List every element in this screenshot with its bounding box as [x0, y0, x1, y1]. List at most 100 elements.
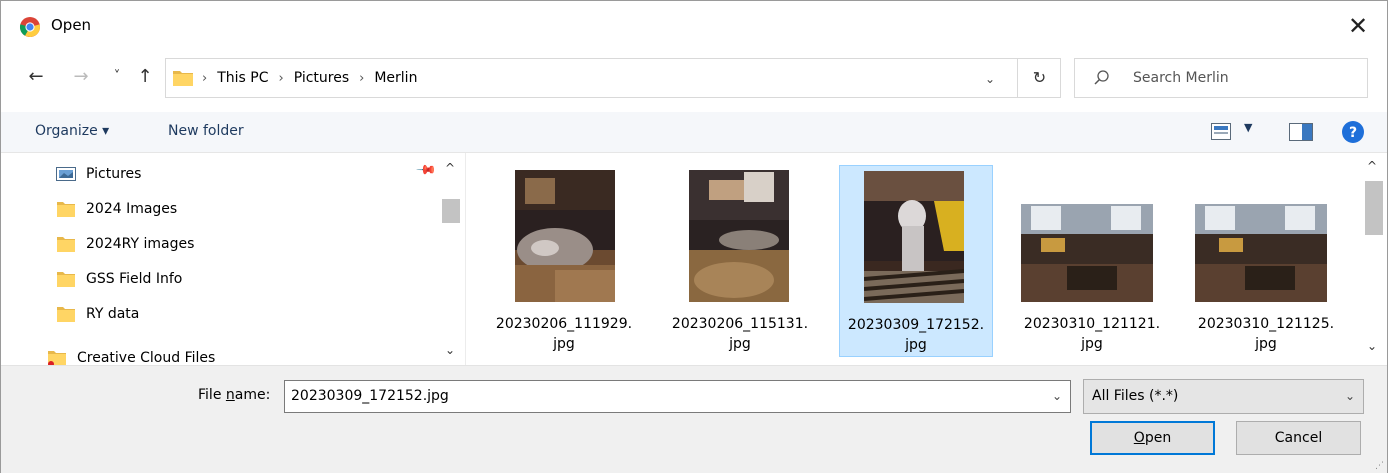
new-folder-button[interactable]: New folder — [168, 123, 244, 139]
resize-grip-icon[interactable]: ⋰ — [1375, 461, 1384, 471]
breadcrumb-separator-icon: › — [202, 70, 208, 86]
address-bar[interactable]: › This PC › Pictures › Merlin ⌄ ↻ — [165, 58, 1061, 98]
sidebar-scrollbar[interactable]: ^ ⌄ — [440, 161, 462, 361]
sidebar-item-creative-cloud-files[interactable]: Creative Cloud Files — [47, 343, 215, 365]
search-placeholder: Search Merlin — [1133, 70, 1229, 86]
image-thumbnail — [689, 170, 789, 302]
file-name-dropdown-icon[interactable]: ⌄ — [1052, 389, 1062, 403]
folder-icon — [57, 202, 75, 217]
file-tile-20230309-172152[interactable]: 20230309_172152. jpg — [839, 165, 993, 357]
sidebar-item-label: Pictures — [86, 166, 142, 182]
file-name-label-text: File — [198, 387, 226, 403]
breadcrumb-merlin[interactable]: Merlin — [374, 70, 417, 86]
bottom-panel: File name: 20230309_172152.jpg ⌄ All Fil… — [1, 365, 1387, 473]
scroll-down-icon[interactable]: ⌄ — [445, 343, 455, 357]
sidebar-item-label: Creative Cloud Files — [77, 350, 216, 365]
breadcrumb-this-pc[interactable]: This PC — [217, 70, 268, 86]
image-thumbnail — [515, 170, 615, 302]
open-button-label: pen — [1144, 430, 1172, 446]
folder-icon — [57, 237, 75, 252]
creative-cloud-icon — [48, 351, 66, 365]
sidebar-item-ry-data[interactable]: RY data — [56, 299, 139, 329]
file-tile-20230310-121125[interactable]: 20230310_121125. jpg — [1189, 165, 1343, 357]
pictures-icon — [56, 167, 76, 181]
navigation-pane: Pictures 2024 Images 2024RY images GSS F… — [1, 153, 466, 365]
sidebar-item-2024ry-images[interactable]: 2024RY images — [56, 229, 194, 259]
refresh-icon[interactable]: ↻ — [1017, 59, 1061, 97]
window-title: Open — [51, 16, 92, 34]
file-name-ext: jpg — [729, 336, 751, 352]
open-file-dialog: Open ✕ ← → ˅ ↑ › This PC › Pictures › Me… — [0, 0, 1388, 473]
file-name-label: File name: — [198, 387, 270, 403]
file-list-scrollbar[interactable]: ^ ⌄ — [1363, 153, 1385, 365]
cancel-button[interactable]: Cancel — [1236, 421, 1361, 455]
file-tile-20230206-111929[interactable]: 20230206_111929. jpg — [487, 165, 641, 357]
file-type-dropdown-icon: ⌄ — [1344, 389, 1355, 403]
back-arrow-icon[interactable]: ← — [23, 64, 49, 90]
file-name-ext: jpg — [1081, 336, 1103, 352]
open-button[interactable]: Open — [1090, 421, 1215, 455]
chrome-icon — [19, 17, 41, 38]
file-type-value: All Files (*.*) — [1092, 388, 1179, 404]
file-name-label-accelerator: n — [225, 387, 235, 403]
open-button-accelerator: O — [1133, 430, 1145, 446]
file-name-value: 20230309_172152.jpg — [291, 388, 449, 404]
sidebar-item-label: 2024RY images — [86, 236, 195, 252]
file-tile-20230206-115131[interactable]: 20230206_115131. jpg — [663, 165, 817, 357]
sidebar-item-pictures[interactable]: Pictures — [56, 159, 141, 189]
change-view-icon[interactable] — [1211, 123, 1231, 140]
folder-icon — [57, 272, 75, 287]
breadcrumb: › This PC › Pictures › Merlin — [202, 70, 417, 86]
file-name: 20230309_172152. jpg — [840, 315, 992, 355]
file-name: 20230310_121121. jpg — [1015, 314, 1169, 354]
sidebar-item-2024-images[interactable]: 2024 Images — [56, 194, 177, 224]
file-tile-20230310-121121[interactable]: 20230310_121121. jpg — [1015, 165, 1169, 357]
recent-locations-chevron-icon[interactable]: ˅ — [104, 64, 130, 90]
organize-button[interactable]: Organize ▾ — [35, 123, 109, 139]
folder-icon — [57, 307, 75, 322]
scroll-up-icon[interactable]: ^ — [1367, 159, 1377, 173]
file-name-line: 20230309_172152. — [847, 317, 985, 333]
forward-arrow-icon[interactable]: → — [68, 64, 94, 90]
sidebar-item-label: RY data — [86, 306, 140, 322]
preview-pane-icon[interactable] — [1289, 123, 1313, 141]
file-name: 20230206_115131. jpg — [663, 314, 817, 354]
file-name-line: 20230206_111929. — [495, 316, 633, 332]
search-icon — [1094, 70, 1109, 85]
file-name-ext: jpg — [553, 336, 575, 352]
file-name-line: 20230310_121121. — [1023, 316, 1161, 332]
sidebar-item-label: GSS Field Info — [86, 271, 183, 287]
file-name: 20230206_111929. jpg — [487, 314, 641, 354]
address-dropdown-icon[interactable]: ⌄ — [978, 68, 1002, 90]
sidebar-item-gss-field-info[interactable]: GSS Field Info — [56, 264, 182, 294]
title-bar: Open ✕ — [1, 1, 1387, 53]
image-thumbnail — [1195, 204, 1327, 302]
view-dropdown-icon[interactable]: ▼ — [1244, 121, 1252, 134]
file-name-line: 20230206_115131. — [671, 316, 809, 332]
help-icon[interactable]: ? — [1341, 120, 1365, 144]
navigation-row: ← → ˅ ↑ › This PC › Pictures › Merlin ⌄ … — [1, 58, 1387, 98]
folder-icon — [173, 71, 193, 86]
up-arrow-icon[interactable]: ↑ — [132, 64, 158, 90]
image-thumbnail — [1021, 204, 1153, 302]
file-name-field[interactable]: 20230309_172152.jpg ⌄ — [284, 380, 1071, 413]
file-list: 20230206_111929. jpg 20230206_115131. jp… — [467, 153, 1388, 365]
scrollbar-thumb[interactable] — [1365, 181, 1383, 235]
file-name-line: 20230310_121125. — [1197, 316, 1335, 332]
file-name-ext: jpg — [905, 337, 927, 353]
breadcrumb-pictures[interactable]: Pictures — [294, 70, 349, 86]
scroll-down-icon[interactable]: ⌄ — [1367, 339, 1377, 353]
pin-icon: 📌 — [415, 159, 438, 182]
command-bar: Organize ▾ New folder ▼ ? — [1, 112, 1387, 153]
file-name-ext: jpg — [1255, 336, 1277, 352]
file-name-label-text: ame: — [234, 387, 271, 403]
close-icon[interactable]: ✕ — [1341, 9, 1375, 43]
image-thumbnail — [864, 171, 964, 303]
breadcrumb-separator-icon: › — [278, 70, 284, 86]
scroll-up-icon[interactable]: ^ — [445, 161, 455, 175]
file-name: 20230310_121125. jpg — [1189, 314, 1343, 354]
file-type-select[interactable]: All Files (*.*) ⌄ — [1083, 379, 1364, 414]
search-input[interactable]: Search Merlin — [1074, 58, 1368, 98]
sidebar-item-label: 2024 Images — [86, 201, 178, 217]
scrollbar-thumb[interactable] — [442, 199, 460, 223]
